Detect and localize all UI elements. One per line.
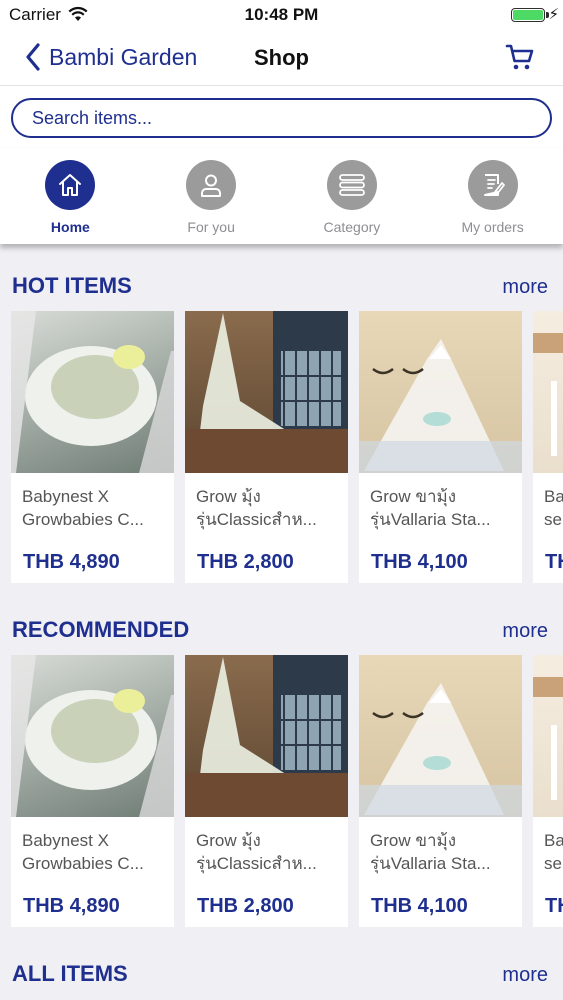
hot-items-carousel[interactable]: Babynest X Growbabies C... THB 4,890 Grow…: [11, 311, 563, 583]
product-price: THB 2,800: [197, 551, 294, 573]
product-name: Ba se: [544, 487, 563, 529]
tab-my-orders-label: My orders: [461, 219, 524, 235]
product-price: THB 2,800: [197, 895, 294, 917]
product-name: Grow มุ้ง รุ่นClassicสำห...: [196, 487, 317, 529]
more-recommended-link[interactable]: more: [502, 620, 548, 643]
product-price: THB 4,890: [23, 895, 120, 917]
product-card[interactable]: Base TH: [533, 655, 563, 927]
product-name: Grow มุ้ง รุ่นClassicสำห...: [196, 831, 317, 873]
charging-bolt-icon: ⚡: [548, 6, 559, 23]
section-title-recommended: RECOMMENDED: [12, 617, 190, 642]
tab-for-you[interactable]: For you: [141, 148, 282, 244]
product-price: THB 4,100: [371, 551, 468, 573]
recommended-carousel[interactable]: Babynest X Growbabies C... THB 4,890 Grow…: [11, 655, 563, 927]
product-card[interactable]: Base TH: [533, 311, 563, 583]
baby-nest-photo: [11, 311, 174, 473]
product-name: Grow ขามุ้ง รุ่นVallaria Sta...: [370, 831, 491, 873]
product-card[interactable]: Grow มุ้ง รุ่นClassicสำห... THB 2,800: [185, 655, 348, 927]
partial-product-photo: [533, 655, 563, 817]
clock: 10:48 PM: [244, 5, 319, 24]
home-icon: [45, 160, 96, 210]
orders-icon: [467, 160, 518, 210]
product-name: Grow ขามุ้ง รุ่นVallaria Sta...: [370, 487, 491, 529]
user-icon: [186, 160, 237, 210]
product-price: TH: [545, 551, 563, 573]
product-price: THB 4,890: [23, 551, 120, 573]
tab-for-you-label: For you: [187, 219, 235, 235]
tab-category[interactable]: Category: [282, 148, 423, 244]
tab-my-orders[interactable]: My orders: [422, 148, 563, 244]
more-hot-items-link[interactable]: more: [502, 276, 548, 299]
tab-home-label: Home: [50, 219, 90, 235]
product-card[interactable]: Grow ขามุ้ง รุ่นVallaria Sta... THB 4,100: [359, 655, 522, 927]
product-card[interactable]: Grow มุ้ง รุ่นClassicสำห... THB 2,800: [185, 311, 348, 583]
crib-canopy-classic-photo: [185, 311, 348, 473]
category-icon: [326, 160, 377, 210]
crib-canopy-vallaria-photo: [359, 311, 522, 473]
more-all-items-link[interactable]: more: [502, 964, 548, 987]
product-name: Babynest X Growbabies C...: [22, 831, 144, 873]
product-name: Ba se: [544, 831, 563, 873]
battery-icon: [511, 8, 545, 22]
partial-product-photo: [533, 311, 563, 473]
navigation-bar: Bambi Garden Shop: [0, 30, 563, 86]
product-card[interactable]: Babynest X Growbabies C... THB 4,890: [11, 311, 174, 583]
section-title-hot-items: HOT ITEMS: [12, 273, 132, 298]
crib-canopy-classic-photo: [185, 655, 348, 817]
tab-bar: Home For you Category My orders: [0, 148, 563, 244]
search-area: Search items...: [0, 86, 563, 148]
product-name: Babynest X Growbabies C...: [22, 487, 144, 529]
crib-canopy-vallaria-photo: [359, 655, 522, 817]
search-input[interactable]: Search items...: [11, 98, 552, 138]
product-price: TH: [545, 895, 563, 917]
product-price: THB 4,100: [371, 895, 468, 917]
status-bar: Carrier 10:48 PM ⚡: [0, 0, 563, 30]
tab-home[interactable]: Home: [0, 148, 141, 244]
cart-button[interactable]: [505, 42, 535, 77]
page-title: Shop: [254, 45, 309, 70]
tab-category-label: Category: [323, 219, 381, 235]
baby-nest-photo: [11, 655, 174, 817]
product-card[interactable]: Grow ขามุ้ง รุ่นVallaria Sta... THB 4,100: [359, 311, 522, 583]
cart-icon: [505, 44, 534, 70]
product-card[interactable]: Babynest X Growbabies C... THB 4,890: [11, 655, 174, 927]
section-title-all-items: ALL ITEMS: [12, 961, 128, 986]
